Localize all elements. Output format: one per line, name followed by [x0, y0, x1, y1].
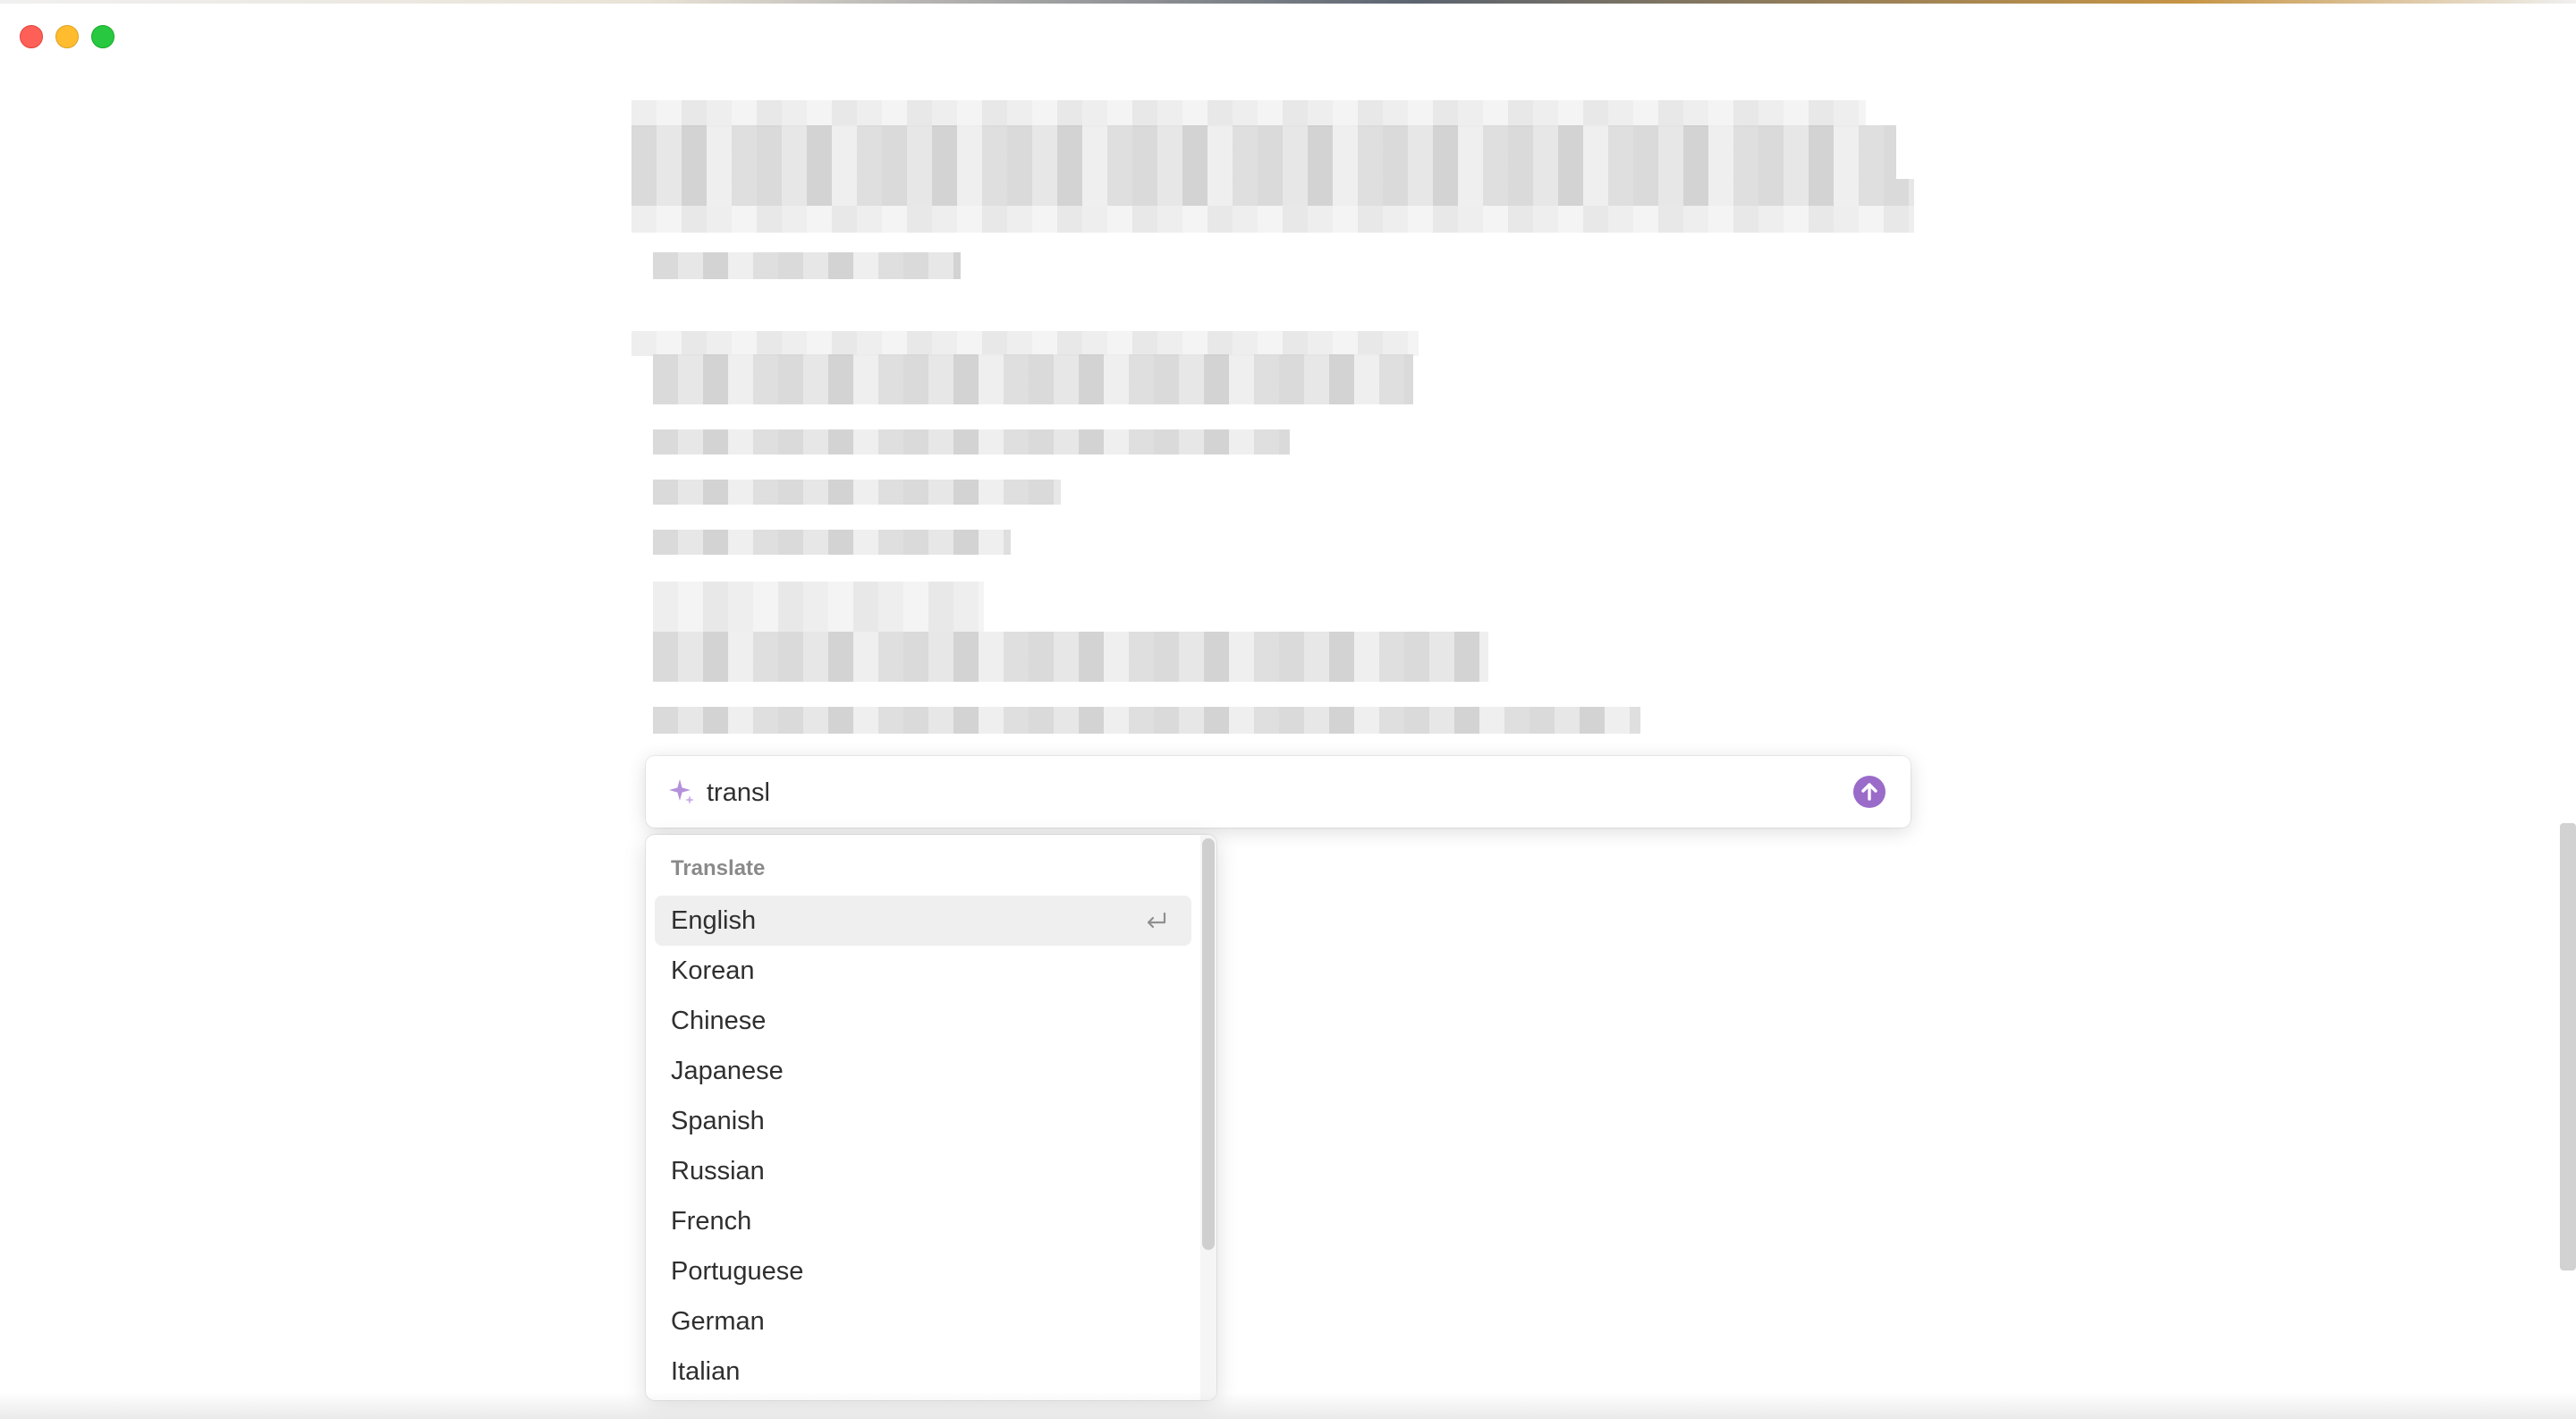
- menu-scrollbar[interactable]: [1200, 835, 1216, 1400]
- ai-prompt-input[interactable]: [705, 769, 1826, 817]
- app-window: Translate English Korean Chinese Japanes…: [0, 0, 2576, 1419]
- menu-item-label: Russian: [671, 1157, 765, 1185]
- ai-prompt-bar: [646, 756, 1911, 828]
- menu-item-portuguese[interactable]: Portuguese: [655, 1246, 1191, 1296]
- menu-item-english[interactable]: English: [655, 896, 1191, 946]
- page-scrollbar-thumb[interactable]: [2560, 823, 2576, 1270]
- menu-item-label: Korean: [671, 956, 755, 985]
- window-maximize-button[interactable]: [91, 25, 114, 48]
- window-minimize-button[interactable]: [55, 25, 79, 48]
- menu-item-spanish[interactable]: Spanish: [655, 1096, 1191, 1146]
- menu-item-label: Chinese: [671, 1007, 767, 1035]
- arrow-up-icon: [1861, 783, 1877, 801]
- menu-scrollbar-thumb[interactable]: [1202, 838, 1215, 1250]
- menu-item-label: German: [671, 1307, 765, 1336]
- menu-item-chinese[interactable]: Chinese: [655, 996, 1191, 1046]
- window-top-accent: [0, 0, 2576, 4]
- menu-item-label: Spanish: [671, 1107, 765, 1135]
- menu-item-japanese[interactable]: Japanese: [655, 1046, 1191, 1096]
- translate-menu: Translate English Korean Chinese Japanes…: [646, 835, 1216, 1400]
- menu-header: Translate: [671, 856, 766, 880]
- menu-item-label: Japanese: [671, 1057, 784, 1085]
- enter-key-icon: [1147, 912, 1166, 929]
- menu-item-russian[interactable]: Russian: [655, 1146, 1191, 1196]
- sparkle-icon: [669, 779, 694, 804]
- menu-item-italian[interactable]: Italian: [655, 1347, 1191, 1397]
- menu-item-french[interactable]: French: [655, 1196, 1191, 1246]
- menu-item-label: Italian: [671, 1357, 741, 1386]
- menu-item-german[interactable]: German: [655, 1296, 1191, 1347]
- menu-item-label: Portuguese: [671, 1257, 804, 1286]
- language-list: English Korean Chinese Japanese Spanish …: [655, 896, 1191, 1397]
- menu-item-label: French: [671, 1207, 752, 1236]
- menu-item-korean[interactable]: Korean: [655, 946, 1191, 996]
- bottom-shadow: [0, 1392, 2576, 1419]
- submit-button[interactable]: [1853, 776, 1885, 808]
- window-close-button[interactable]: [20, 25, 43, 48]
- menu-item-label: English: [671, 906, 757, 935]
